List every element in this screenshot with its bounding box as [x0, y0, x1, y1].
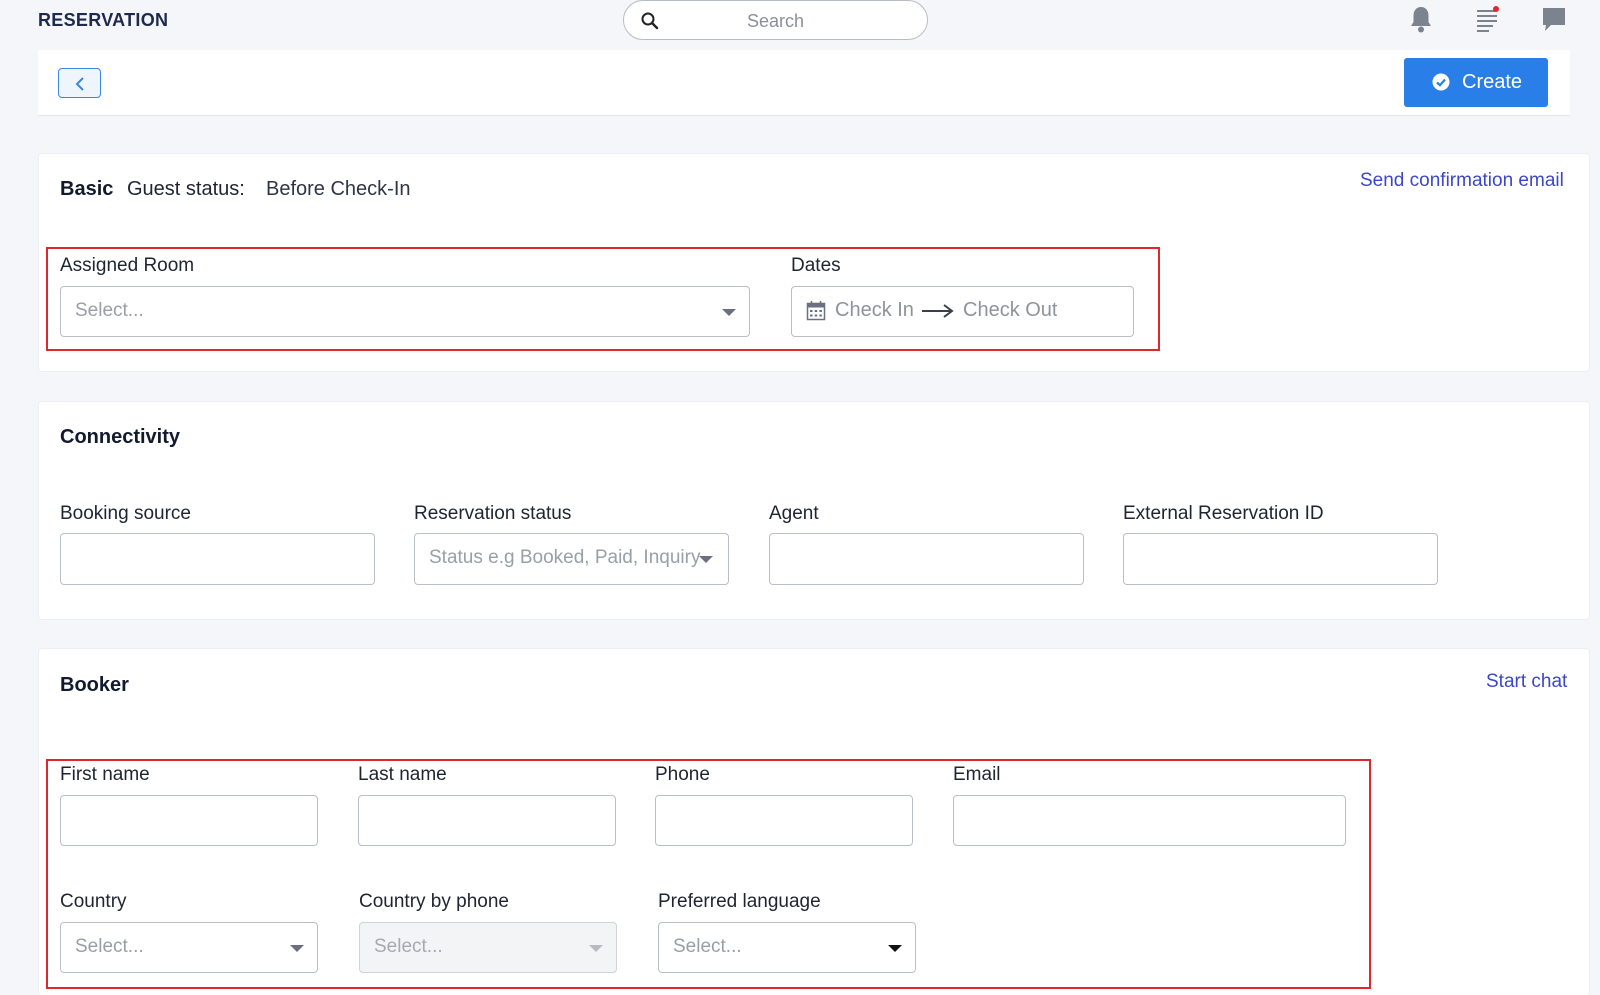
phone-label: Phone — [655, 764, 710, 785]
preferred-language-label: Preferred language — [658, 891, 821, 912]
calendar-icon — [806, 301, 826, 321]
chevron-down-icon — [290, 945, 304, 952]
booker-title: Booker — [60, 674, 129, 696]
chevron-down-icon — [589, 945, 603, 952]
last-name-label: Last name — [358, 764, 447, 785]
list-icon[interactable] — [1474, 4, 1502, 34]
preferred-language-select[interactable]: Select... — [658, 922, 916, 973]
booking-source-input[interactable] — [60, 533, 375, 585]
reservation-status-placeholder: Status e.g Booked, Paid, Inquiry — [429, 547, 701, 568]
back-button[interactable] — [58, 68, 101, 98]
agent-input[interactable] — [769, 533, 1084, 585]
agent-label: Agent — [769, 503, 819, 524]
country-label: Country — [60, 891, 127, 912]
country-by-phone-label: Country by phone — [359, 891, 509, 912]
email-input[interactable] — [953, 795, 1346, 846]
external-reservation-id-label: External Reservation ID — [1123, 503, 1324, 524]
last-name-input[interactable] — [358, 795, 616, 846]
preferred-language-placeholder: Select... — [673, 936, 742, 957]
create-label: Create — [1462, 71, 1523, 93]
search-placeholder: Search — [746, 11, 805, 31]
country-placeholder: Select... — [75, 936, 144, 957]
guest-status-label: Guest status: — [127, 178, 245, 200]
assigned-room-label: Assigned Room — [60, 255, 195, 276]
check-out-placeholder: Check Out — [963, 299, 1058, 321]
start-chat-link[interactable]: Start chat — [1486, 671, 1567, 693]
email-label: Email — [953, 764, 1001, 785]
bell-icon[interactable] — [1407, 4, 1435, 34]
check-in-placeholder: Check In — [835, 299, 914, 321]
search-input[interactable]: Search — [623, 0, 928, 40]
chevron-left-icon — [75, 77, 84, 91]
assigned-room-placeholder: Select... — [75, 300, 144, 321]
reservation-status-label: Reservation status — [414, 503, 572, 524]
toolbar: Create — [38, 50, 1570, 116]
guest-status-value: Before Check-In — [266, 178, 411, 200]
reservation-status-select[interactable]: Status e.g Booked, Paid, Inquiry — [414, 533, 729, 585]
country-select[interactable]: Select... — [60, 922, 318, 973]
assigned-room-select[interactable]: Select... — [60, 286, 750, 337]
external-reservation-id-input[interactable] — [1123, 533, 1438, 585]
create-button[interactable]: Create — [1404, 58, 1548, 107]
chevron-down-icon — [888, 945, 902, 952]
first-name-label: First name — [60, 764, 150, 785]
dates-label: Dates — [791, 255, 841, 276]
basic-title: Basic — [60, 178, 114, 200]
chat-icon[interactable] — [1540, 4, 1568, 34]
country-by-phone-placeholder: Select... — [374, 936, 443, 957]
connectivity-title: Connectivity — [60, 426, 181, 448]
app-title: RESERVATION — [38, 10, 169, 30]
arrow-right-icon — [922, 304, 954, 318]
booking-source-label: Booking source — [60, 503, 191, 524]
dates-range-picker[interactable]: Check In Check Out — [791, 286, 1134, 337]
send-confirmation-email-link[interactable]: Send confirmation email — [1360, 170, 1564, 192]
check-circle-icon — [1432, 73, 1450, 91]
phone-input[interactable] — [655, 795, 913, 846]
chevron-down-icon — [722, 309, 736, 316]
chevron-down-icon — [699, 556, 713, 563]
first-name-input[interactable] — [60, 795, 318, 846]
notification-dot — [1493, 6, 1499, 12]
country-by-phone-select: Select... — [359, 922, 617, 973]
